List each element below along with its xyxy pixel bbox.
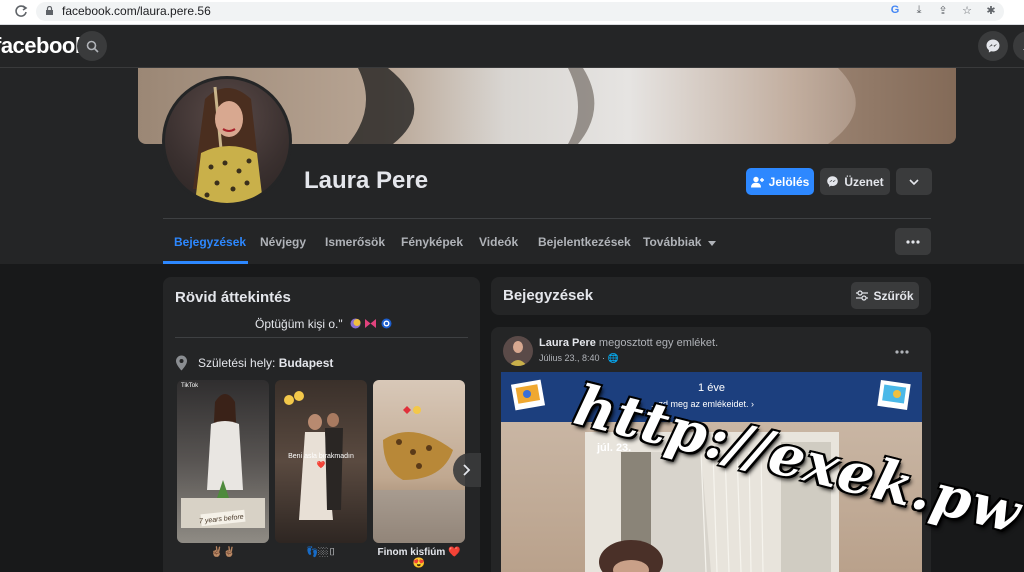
post-meta[interactable]: Július 23., 8:40 · 🌐 <box>539 353 619 364</box>
nazar-emoji-icon <box>381 318 392 329</box>
messenger-icon <box>986 39 1000 53</box>
featured-story-2-overlay: Beni asla bırakmadın ❤️ <box>288 453 354 470</box>
tab-checkins[interactable]: Bejelentkezések <box>538 235 631 249</box>
memory-years: 1 éve <box>698 382 725 394</box>
tab-photos[interactable]: Fényképek <box>401 235 463 249</box>
active-tab-indicator <box>163 261 248 264</box>
filter-button[interactable]: Szűrők <box>851 282 919 309</box>
address-bar[interactable]: facebook.com/laura.pere.56 <box>36 2 1004 21</box>
moon-emoji-icon <box>350 318 361 329</box>
add-friend-button[interactable]: Jelölés <box>746 168 814 195</box>
post-header-line: Laura Pere megosztott egy emléket. <box>539 337 718 349</box>
ribbon-emoji-icon <box>365 319 377 328</box>
message-label: Üzenet <box>844 174 884 189</box>
reload-icon[interactable] <box>14 4 28 18</box>
posts-header-card: Bejegyzések Szűrők <box>491 277 931 315</box>
share-icon[interactable]: ⇪ <box>936 3 950 17</box>
tab-more[interactable]: Továbbiak <box>643 235 716 249</box>
intro-title: Rövid áttekintés <box>175 289 291 306</box>
featured-story-3[interactable] <box>373 380 465 543</box>
tab-about[interactable]: Névjegy <box>260 235 306 249</box>
more-dots-icon <box>895 350 909 354</box>
more-options-button[interactable] <box>896 168 932 195</box>
chevron-down-icon <box>909 178 919 185</box>
photo-sticker-right-icon <box>877 380 911 410</box>
post-options-button[interactable] <box>895 341 909 359</box>
caret-down-icon <box>707 241 716 246</box>
notifications-button[interactable] <box>1013 31 1024 61</box>
header-divider <box>163 218 931 219</box>
tiktok-tag: TikTok <box>181 383 199 389</box>
messenger-icon <box>827 176 839 187</box>
featured-story-1-caption: ✌🏽✌🏽 <box>210 547 236 558</box>
post-author-avatar[interactable] <box>503 336 533 366</box>
birthplace-label: Születési hely: <box>198 356 279 370</box>
featured-story-1[interactable]: TikTok 7 years before <box>177 380 269 543</box>
intro-bio-text: Öptüğüm kişi o." <box>255 317 343 331</box>
birthplace: Születési hely: Budapest <box>198 356 333 370</box>
intro-divider <box>175 337 468 338</box>
intro-card: Rövid áttekintés Öptüğüm kişi o." Szület… <box>163 277 481 572</box>
profile-name: Laura Pere <box>304 167 429 194</box>
emoji-icons <box>350 317 392 331</box>
filter-icon <box>856 290 869 301</box>
search-icon <box>86 40 99 53</box>
add-friend-icon <box>750 176 764 187</box>
url-text: facebook.com/laura.pere.56 <box>62 4 211 18</box>
featured-story-3-caption: Finom kisfiúm ❤️😍 <box>377 547 461 569</box>
featured-story-2[interactable]: Beni asla bırakmadın ❤️ <box>275 380 367 543</box>
message-button[interactable]: Üzenet <box>820 168 890 195</box>
post-author-name[interactable]: Laura Pere <box>539 337 596 349</box>
browser-toolbar: facebook.com/laura.pere.56 G ⤓ ⇪ ☆ ✱ <box>0 0 1024 25</box>
featured-next-button[interactable] <box>453 453 481 487</box>
google-g-icon[interactable]: G <box>888 3 902 17</box>
location-pin-icon <box>176 355 187 371</box>
posts-title: Bejegyzések <box>503 287 594 304</box>
star-icon[interactable]: ☆ <box>960 3 974 17</box>
featured-story-2-caption: 👣🏼▯ <box>305 547 337 558</box>
facebook-logo[interactable]: facebook <box>0 33 87 59</box>
tab-friends[interactable]: Ismerősök <box>325 235 385 249</box>
chevron-right-icon <box>463 464 471 476</box>
tab-videos[interactable]: Videók <box>479 235 518 249</box>
download-icon[interactable]: ⤓ <box>912 3 926 17</box>
post-action-text: megosztott egy emléket. <box>595 337 719 349</box>
tab-posts[interactable]: Bejegyzések <box>174 235 246 249</box>
tab-more-label: Továbbiak <box>643 235 702 249</box>
lock-icon <box>46 6 53 15</box>
filter-label: Szűrők <box>873 288 914 303</box>
add-friend-label: Jelölés <box>768 174 810 189</box>
profile-picture[interactable] <box>162 76 292 206</box>
birthplace-value[interactable]: Budapest <box>279 356 334 370</box>
intro-bio: Öptüğüm kişi o." <box>255 317 392 331</box>
more-dots-icon <box>906 239 920 244</box>
facebook-topbar: facebook <box>0 25 1024 68</box>
search-button[interactable] <box>77 31 107 61</box>
extension-icon[interactable]: ✱ <box>984 3 998 17</box>
avatar <box>165 79 289 203</box>
messenger-button[interactable] <box>978 31 1008 61</box>
featured-story-3-image <box>373 406 465 543</box>
profile-menu-button[interactable] <box>895 228 931 255</box>
